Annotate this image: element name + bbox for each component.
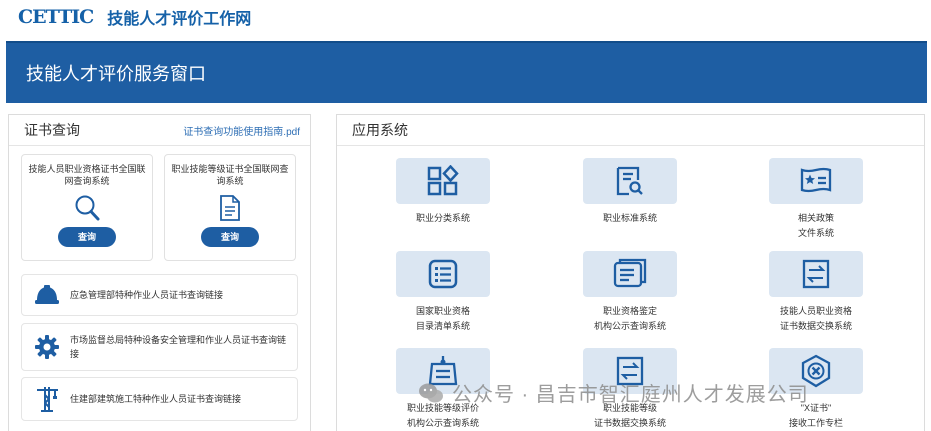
link-market-supervision[interactable]: 市场监督总局特种设备安全管理和作业人员证书查询链接 <box>21 323 298 371</box>
star-book-icon <box>800 167 832 193</box>
app-label[interactable]: 职业标准系统 <box>560 211 700 226</box>
app-tile-appraisal-institutions[interactable] <box>583 251 677 297</box>
app-label[interactable]: 职业资格鉴定 机构公示查询系统 <box>560 304 700 334</box>
site-title[interactable]: 技能人才评价工作网 <box>107 5 251 29</box>
page-banner: 技能人才评价服务窗口 <box>6 41 927 103</box>
app-label[interactable]: 技能人员职业资格 证书数据交换系统 <box>746 304 886 334</box>
cert-query-button[interactable]: 查询 <box>201 227 259 247</box>
magnifier-icon <box>75 195 100 221</box>
app-label[interactable]: 相关政策 文件系统 <box>746 211 886 241</box>
cert-card-qualification: 技能人员职业资格证书全国联网查询系统 查询 <box>21 154 153 261</box>
cert-card-title: 技能人员职业资格证书全国联网查询系统 <box>28 164 146 186</box>
apps-title: 应用系统 <box>352 122 408 138</box>
app-label[interactable]: 职业分类系统 <box>373 211 513 226</box>
doc-stack-icon <box>613 258 647 288</box>
link-housing-construction[interactable]: 住建部建筑施工特种作业人员证书查询链接 <box>21 377 298 421</box>
app-tile-occupation-standard[interactable] <box>583 158 677 204</box>
wechat-icon <box>419 383 443 402</box>
list-icon <box>428 259 458 289</box>
link-emergency-mgmt[interactable]: 应急管理部特种作业人员证书查询链接 <box>21 274 298 316</box>
doc-search-icon <box>616 166 643 196</box>
top-bar: CETTIC 技能人才评价工作网 <box>0 0 931 34</box>
shapes-icon <box>427 165 459 196</box>
cert-guide-link[interactable]: 证书查询功能使用指南.pdf <box>183 123 300 138</box>
cert-card-skill-level: 职业技能等级证书全国联网查询系统 查询 <box>164 154 296 261</box>
link-text: 应急管理部特种作业人员证书查询链接 <box>70 290 224 300</box>
app-tile-occupation-classification[interactable] <box>396 158 490 204</box>
site-logo[interactable]: CETTIC <box>18 6 94 28</box>
cert-query-button[interactable]: 查询 <box>58 227 116 247</box>
app-label[interactable]: 国家职业资格 目录清单系统 <box>373 304 513 334</box>
exchange-icon <box>802 259 830 289</box>
link-text: 住建部建筑施工特种作业人员证书查询链接 <box>70 394 242 404</box>
watermark: 公众号 · 昌吉市智汇庭州人才发展公司 <box>418 378 809 407</box>
cert-query-header: 证书查询 证书查询功能使用指南.pdf <box>9 115 310 146</box>
app-tile-qualification-catalog[interactable] <box>396 251 490 297</box>
gear-icon <box>35 335 59 359</box>
app-tile-policy-documents[interactable] <box>769 158 863 204</box>
crane-icon <box>37 387 58 412</box>
link-text: 市场监督总局特种设备安全管理和作业人员证书查询链接 <box>70 335 287 359</box>
app-tile-qualification-exchange[interactable] <box>769 251 863 297</box>
hardhat-icon <box>35 285 59 304</box>
cert-card-title: 职业技能等级证书全国联网查询系统 <box>171 164 289 186</box>
cert-query-panel: 证书查询 证书查询功能使用指南.pdf 技能人员职业资格证书全国联网查询系统 查… <box>8 114 311 431</box>
document-icon <box>220 195 240 221</box>
cert-query-title: 证书查询 <box>24 122 80 138</box>
apps-header: 应用系统 <box>337 115 924 146</box>
watermark-text: 公众号 · 昌吉市智汇庭州人才发展公司 <box>452 384 809 406</box>
banner-title: 技能人才评价服务窗口 <box>26 64 206 84</box>
